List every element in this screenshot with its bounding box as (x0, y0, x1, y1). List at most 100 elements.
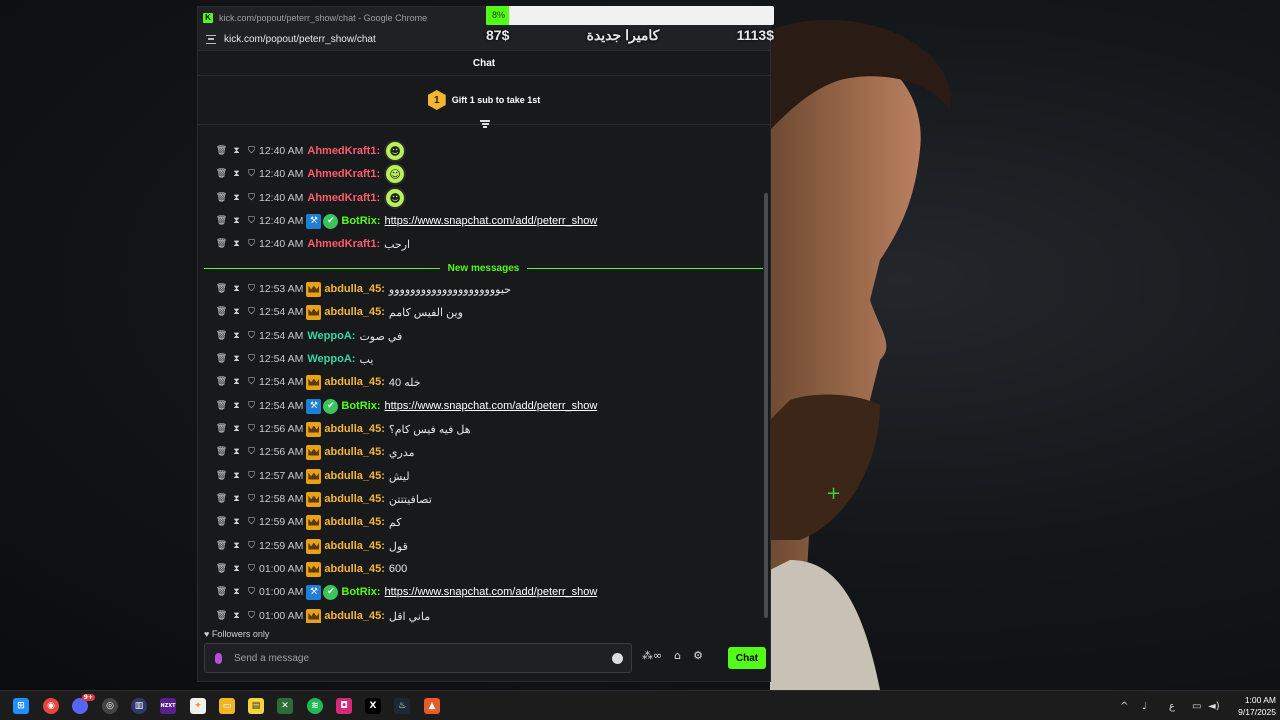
chat-message[interactable]: 🗑 ⧗ ⛉ 12:58 AM abdulla_45: تصافيتتتن (214, 490, 432, 508)
chat-message[interactable]: 🗑 ⧗ ⛉ 12:57 AM abdulla_45: ليش (214, 467, 410, 485)
chat-message[interactable]: 🗑 ⧗ ⛉ 12:56 AM abdulla_45: هل فيه فيس كام؟ (214, 420, 471, 438)
timeout-hourglass-icon[interactable]: ⧗ (229, 331, 244, 341)
message-username[interactable]: abdulla_45 (324, 516, 381, 528)
chat-message[interactable]: 🗑 ⧗ ⛉ 12:54 AM ⚒ ✔ BotRix: https://www.snapchat… (214, 397, 597, 415)
message-username[interactable]: AhmedKraft1 (307, 168, 376, 180)
message-input-box[interactable] (204, 643, 632, 673)
message-username[interactable]: BotRix (341, 586, 376, 598)
chat-message[interactable]: 🗑 ⧗ ⛉ 12:59 AM abdulla_45: قول (214, 537, 408, 555)
message-username[interactable]: abdulla_45 (324, 423, 381, 435)
chat-message[interactable]: 🗑 ⧗ ⛉ 12:54 AM abdulla_45: وين الفيس كامم (214, 303, 463, 321)
message-username[interactable]: abdulla_45 (324, 283, 381, 295)
chat-message[interactable]: 🗑 ⧗ ⛉ 12:40 AM AhmedKraft1: ☺ (214, 163, 407, 185)
message-username[interactable]: BotRix (341, 400, 376, 412)
network-icon[interactable]: ▭ (1192, 691, 1201, 720)
timeout-hourglass-icon[interactable]: ⧗ (229, 146, 244, 156)
site-settings-icon[interactable] (206, 35, 216, 44)
shield-icon[interactable]: ⛉ (244, 517, 259, 527)
shield-icon[interactable]: ⛉ (244, 447, 259, 457)
chat-message-list[interactable]: New messages 🗑 ⧗ ⛉ 12:40 AM AhmedKraft1: ☻ 🗑 ⧗ ⛉… (198, 133, 764, 623)
shield-icon[interactable]: ⛉ (244, 587, 259, 597)
timeout-hourglass-icon[interactable]: ⧗ (229, 541, 244, 551)
send-chat-button[interactable]: Chat (728, 647, 766, 669)
chat-message[interactable]: 🗑 ⧗ ⛉ 12:40 AM AhmedKraft1: ارحب (214, 235, 410, 253)
store-icon[interactable]: ⌂ (674, 649, 681, 662)
collapse-pinned-icon[interactable] (480, 120, 490, 128)
message-username[interactable]: AhmedKraft1 (307, 145, 376, 157)
volume-icon[interactable]: ◄) (1208, 691, 1220, 720)
chrome-icon[interactable]: ◉ (43, 698, 59, 714)
app-yellow-icon[interactable]: ✦ (190, 698, 206, 714)
app-orange-icon[interactable]: ▲ (424, 698, 440, 714)
chat-message[interactable]: 🗑 ⧗ ⛉ 01:00 AM ⚒ ✔ BotRix: https://www.snapchat… (214, 583, 597, 601)
message-username[interactable]: abdulla_45 (324, 493, 381, 505)
trash-icon[interactable]: 🗑 (214, 401, 229, 411)
timeout-hourglass-icon[interactable]: ⧗ (229, 401, 244, 411)
timeout-hourglass-icon[interactable]: ⧗ (229, 216, 244, 226)
chat-message[interactable]: 🗑 ⧗ ⛉ 12:53 AM abdulla_45: حيوووووووووووووووو… (214, 280, 511, 298)
timeout-hourglass-icon[interactable]: ⧗ (229, 587, 244, 597)
message-username[interactable]: abdulla_45 (324, 376, 381, 388)
message-username[interactable]: abdulla_45 (324, 610, 381, 622)
chat-message[interactable]: 🗑 ⧗ ⛉ 12:54 AM abdulla_45: خله 40 (214, 373, 421, 391)
chat-message[interactable]: 🗑 ⧗ ⛉ 12:40 AM AhmedKraft1: ☻ (214, 187, 407, 209)
timeout-hourglass-icon[interactable]: ⧗ (229, 471, 244, 481)
chat-message[interactable]: 🗑 ⧗ ⛉ 01:00 AM abdulla_45: ماني اقل (214, 607, 430, 623)
xbox-icon[interactable]: ✕ (277, 698, 293, 714)
timeout-hourglass-icon[interactable]: ⧗ (229, 377, 244, 387)
timeout-hourglass-icon[interactable]: ⧗ (229, 517, 244, 527)
file-explorer-icon[interactable]: ▭ (219, 698, 235, 714)
trash-icon[interactable]: 🗑 (214, 216, 229, 226)
trash-icon[interactable]: 🗑 (214, 193, 229, 203)
chat-message[interactable]: 🗑 ⧗ ⛉ 12:54 AM WeppoA: يب (214, 350, 374, 368)
message-username[interactable]: AhmedKraft1 (307, 192, 376, 204)
timeout-hourglass-icon[interactable]: ⧗ (229, 193, 244, 203)
tray-chevron-icon[interactable]: ^ (1120, 691, 1128, 720)
message-link[interactable]: https://www.snapchat.com/add/peterr_show (385, 400, 598, 412)
start-windows-icon[interactable]: ⊞ (13, 698, 29, 714)
microphone-icon[interactable] (215, 652, 222, 664)
sticky-notes-icon[interactable]: ▤ (248, 698, 264, 714)
timeout-hourglass-icon[interactable]: ⧗ (229, 307, 244, 317)
trash-icon[interactable]: 🗑 (214, 284, 229, 294)
message-username[interactable]: WeppoA (307, 353, 351, 365)
overwolf-icon[interactable]: ◎ (102, 698, 118, 714)
message-username[interactable]: AhmedKraft1 (307, 238, 376, 250)
chat-message[interactable]: 🗑 ⧗ ⛉ 12:59 AM abdulla_45: كم (214, 513, 401, 531)
shield-icon[interactable]: ⛉ (244, 471, 259, 481)
message-username[interactable]: abdulla_45 (324, 540, 381, 552)
app-circle-icon[interactable]: ▥ (131, 698, 147, 714)
message-username[interactable]: abdulla_45 (324, 563, 381, 575)
shield-icon[interactable]: ⛉ (244, 611, 259, 621)
trash-icon[interactable]: 🗑 (214, 611, 229, 621)
tray-mic-icon[interactable]: ♩ (1142, 691, 1147, 720)
chat-message[interactable]: 🗑 ⧗ ⛉ 12:40 AM AhmedKraft1: ☻ (214, 140, 407, 162)
shield-icon[interactable]: ⛉ (244, 284, 259, 294)
trash-icon[interactable]: 🗑 (214, 307, 229, 317)
message-username[interactable]: abdulla_45 (324, 306, 381, 318)
trash-icon[interactable]: 🗑 (214, 354, 229, 364)
channel-points-icon[interactable]: ⁂∞ (642, 649, 662, 662)
timeout-hourglass-icon[interactable]: ⧗ (229, 564, 244, 574)
x-icon[interactable]: X (365, 698, 381, 714)
timeout-hourglass-icon[interactable]: ⧗ (229, 494, 244, 504)
shield-icon[interactable]: ⛉ (244, 193, 259, 203)
trash-icon[interactable]: 🗑 (214, 471, 229, 481)
emoji-picker-icon[interactable] (612, 653, 623, 664)
trash-icon[interactable]: 🗑 (214, 146, 229, 156)
trash-icon[interactable]: 🗑 (214, 494, 229, 504)
timeout-hourglass-icon[interactable]: ⧗ (229, 239, 244, 249)
trash-icon[interactable]: 🗑 (214, 587, 229, 597)
message-link[interactable]: https://www.snapchat.com/add/peterr_show (385, 215, 598, 227)
timeout-hourglass-icon[interactable]: ⧗ (229, 611, 244, 621)
url-text[interactable]: kick.com/popout/peterr_show/chat (224, 34, 376, 45)
message-username[interactable]: WeppoA (307, 330, 351, 342)
instagram-icon[interactable]: ◘ (336, 698, 352, 714)
chat-message[interactable]: 🗑 ⧗ ⛉ 12:56 AM abdulla_45: مدري (214, 443, 415, 461)
chat-message[interactable]: 🗑 ⧗ ⛉ 12:54 AM WeppoA: في صوت (214, 327, 403, 345)
shield-icon[interactable]: ⛉ (244, 169, 259, 179)
shield-icon[interactable]: ⛉ (244, 307, 259, 317)
gift-leaderboard[interactable]: 1 Gift 1 sub to take 1st (198, 76, 770, 128)
taskbar-clock[interactable]: 1:00 AM 9/17/2025 (1226, 694, 1276, 718)
shield-icon[interactable]: ⛉ (244, 146, 259, 156)
